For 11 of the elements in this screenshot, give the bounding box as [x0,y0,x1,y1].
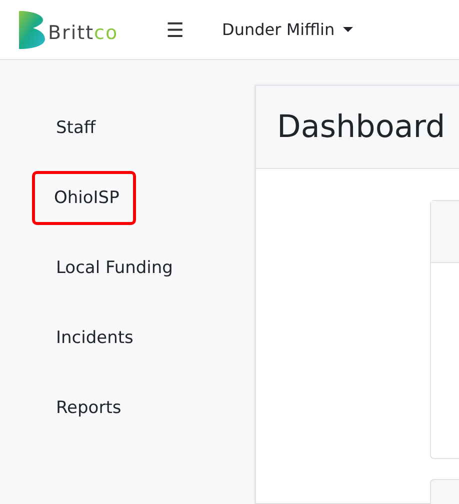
page-title: Dashboard [277,109,446,145]
sidebar-item[interactable]: OhioISP [35,174,134,222]
logo-text: Brittco [48,22,118,44]
sidebar-item[interactable]: Staff [0,93,255,163]
sidebar-item[interactable]: Local Funding [0,233,255,303]
sidebar-item[interactable]: Incidents [0,303,255,373]
organization-dropdown[interactable]: Dunder Mifflin [222,20,353,39]
caret-icon [342,27,353,32]
sidebar-item[interactable]: Reports [0,373,255,443]
menu-button[interactable]: ☰ [162,18,188,42]
logo-icon [19,10,45,48]
